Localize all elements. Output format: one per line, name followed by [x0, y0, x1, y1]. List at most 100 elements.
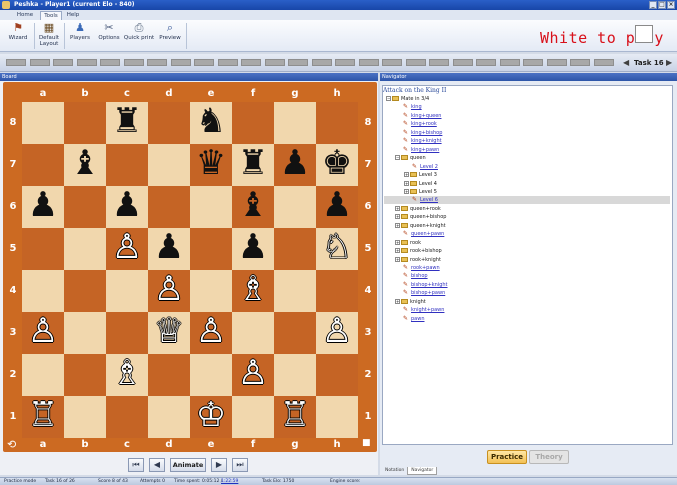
tree-item[interactable]: ✎ king+bishop	[395, 129, 442, 137]
expand-icon[interactable]: +	[404, 188, 409, 194]
expand-icon[interactable]: +	[395, 256, 400, 262]
chess-piece-e7[interactable]: ♛	[190, 142, 232, 184]
square-d8[interactable]	[148, 102, 190, 144]
expand-icon[interactable]: +	[395, 222, 400, 228]
tree-folder[interactable]: + Level 5	[404, 188, 437, 196]
expand-icon[interactable]: +	[404, 180, 409, 186]
square-e6[interactable]	[190, 186, 232, 228]
tab-navigator[interactable]: Navigator	[407, 467, 438, 475]
tree-item[interactable]: ✎ rook+pawn	[395, 264, 440, 272]
collapse-icon[interactable]: −	[395, 155, 400, 161]
tab-help[interactable]: Help	[64, 11, 82, 20]
expand-icon[interactable]: +	[395, 298, 400, 304]
chess-piece-h7[interactable]: ♚	[316, 142, 358, 184]
task-segment[interactable]	[358, 59, 379, 66]
default-layout-button[interactable]: ▦ Default Layout	[34, 22, 64, 50]
square-a2[interactable]	[22, 354, 64, 396]
task-segment[interactable]	[194, 59, 214, 66]
expand-icon[interactable]: +	[395, 214, 400, 220]
task-segment[interactable]	[593, 59, 614, 66]
square-f1[interactable]	[232, 396, 274, 438]
chess-piece-f7[interactable]: ♜	[232, 142, 274, 184]
tab-tools[interactable]: Tools	[40, 11, 62, 20]
square-h2[interactable]	[316, 354, 358, 396]
expand-icon[interactable]: +	[395, 205, 400, 211]
tab-notation[interactable]: Notation	[382, 467, 407, 475]
tree-folder[interactable]: + rook	[395, 239, 421, 247]
last-move-button[interactable]: ⏭	[232, 458, 248, 472]
chess-piece-e3[interactable]: ♙	[190, 310, 232, 352]
chess-piece-a1[interactable]: ♖	[22, 394, 64, 436]
collapse-icon[interactable]: −	[386, 96, 391, 101]
next-move-button[interactable]: ▶	[211, 458, 227, 472]
square-a7[interactable]	[22, 144, 64, 186]
task-segment[interactable]	[100, 59, 120, 66]
chess-piece-a6[interactable]: ♟	[22, 184, 64, 226]
tree-item[interactable]: ✎ bishop+pawn	[395, 289, 445, 297]
chess-piece-b7[interactable]: ♝	[64, 142, 106, 184]
players-button[interactable]: ♟ Players	[65, 22, 95, 50]
square-f8[interactable]	[232, 102, 274, 144]
task-segment[interactable]	[499, 59, 520, 66]
chess-piece-d5[interactable]: ♟	[148, 226, 190, 268]
square-g2[interactable]	[274, 354, 316, 396]
square-b8[interactable]	[64, 102, 106, 144]
minimize-button[interactable]: _	[649, 1, 657, 9]
tree-item[interactable]: ✎ king+queen	[395, 112, 441, 120]
status-time-total[interactable]: 1:22:59	[221, 478, 238, 485]
tree-item[interactable]: ✎ knight+pawn	[395, 306, 444, 314]
chess-piece-g1[interactable]: ♖	[274, 394, 316, 436]
square-a8[interactable]	[22, 102, 64, 144]
chess-piece-f6[interactable]: ♝	[232, 184, 274, 226]
tab-home[interactable]: Home	[12, 11, 38, 20]
tree-item[interactable]: ✎ king+knight	[395, 137, 442, 145]
chess-piece-c8[interactable]: ♜	[106, 100, 148, 142]
square-d7[interactable]	[148, 144, 190, 186]
tree-folder[interactable]: + rook+knight	[395, 256, 441, 264]
tree-folder[interactable]: + Level 3	[404, 171, 437, 179]
square-e4[interactable]	[190, 270, 232, 312]
square-g4[interactable]	[274, 270, 316, 312]
chess-piece-c6[interactable]: ♟	[106, 184, 148, 226]
square-d1[interactable]	[148, 396, 190, 438]
square-d6[interactable]	[148, 186, 190, 228]
chess-piece-e1[interactable]: ♔	[190, 394, 232, 436]
task-segment[interactable]	[76, 59, 97, 66]
tree-folder[interactable]: + queen+rook	[395, 205, 441, 213]
task-segment[interactable]	[335, 59, 355, 66]
square-b2[interactable]	[64, 354, 106, 396]
task-segment[interactable]	[476, 59, 496, 66]
prev-move-button[interactable]: ◀	[149, 458, 165, 472]
square-b4[interactable]	[64, 270, 106, 312]
quick-print-button[interactable]: ⎙ Quick print	[123, 22, 155, 50]
tree-item[interactable]: ✎ king	[395, 103, 422, 111]
tree-item[interactable]: ✎ Level 6	[384, 196, 670, 205]
expand-icon[interactable]: +	[395, 248, 400, 254]
chess-piece-h3[interactable]: ♙	[316, 310, 358, 352]
chess-piece-g7[interactable]: ♟	[274, 142, 316, 184]
task-segment[interactable]	[570, 59, 590, 66]
first-move-button[interactable]: ⏮	[128, 458, 144, 472]
maximize-button[interactable]: □	[658, 1, 666, 9]
square-g8[interactable]	[274, 102, 316, 144]
chess-piece-e8[interactable]: ♞	[190, 100, 232, 142]
task-segment[interactable]	[405, 59, 426, 66]
square-c4[interactable]	[106, 270, 148, 312]
square-a4[interactable]	[22, 270, 64, 312]
square-g6[interactable]	[274, 186, 316, 228]
practice-button[interactable]: Practice	[487, 450, 527, 464]
task-segment[interactable]	[123, 59, 144, 66]
square-b6[interactable]	[64, 186, 106, 228]
chess-piece-f4[interactable]: ♗	[232, 268, 274, 310]
tree-folder[interactable]: + knight	[395, 298, 426, 306]
task-segment[interactable]	[429, 59, 449, 66]
chess-piece-f5[interactable]: ♟	[232, 226, 274, 268]
tree-item[interactable]: ✎ queen+pawn	[395, 230, 444, 238]
square-h8[interactable]	[316, 102, 358, 144]
chess-piece-d4[interactable]: ♙	[148, 268, 190, 310]
prev-task-button[interactable]: ◀	[623, 58, 629, 67]
task-segment[interactable]	[6, 59, 26, 66]
task-segment[interactable]	[170, 59, 191, 66]
square-c7[interactable]	[106, 144, 148, 186]
task-segment[interactable]	[311, 59, 332, 66]
